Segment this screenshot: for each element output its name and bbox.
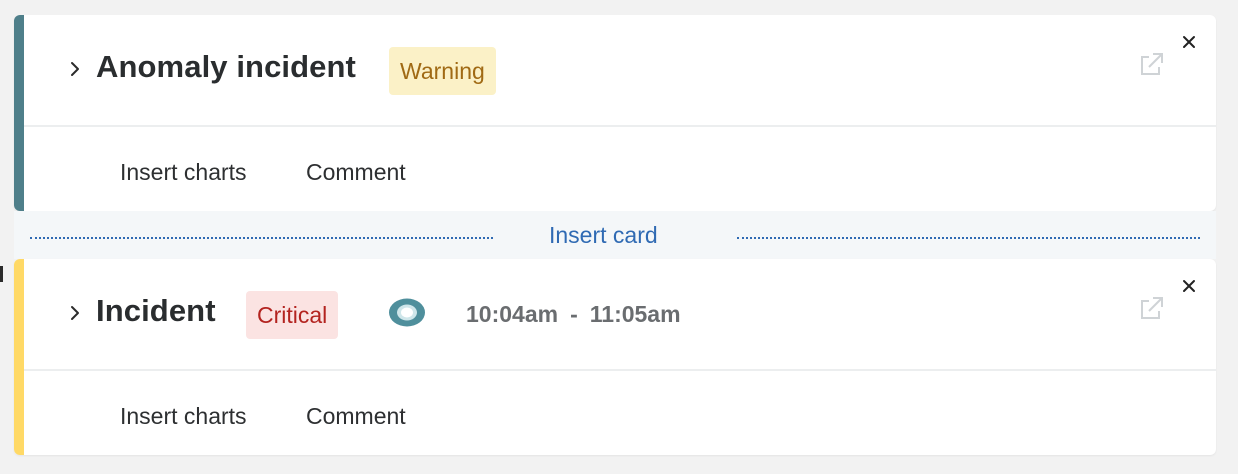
card-header: Anomaly incident Warning	[24, 15, 1216, 127]
insert-card-divider: Insert card	[14, 211, 1216, 259]
card-title: Anomaly incident	[96, 49, 356, 84]
insert-card-button[interactable]: Insert card	[549, 222, 658, 249]
chevron-right-icon[interactable]	[64, 58, 86, 80]
incident-card: Incident Critical 10:04am -11:05am Insert…	[14, 259, 1216, 455]
insert-charts-button[interactable]: Insert charts	[120, 159, 247, 186]
severity-badge: Warning	[389, 47, 496, 95]
comment-button[interactable]: Comment	[306, 159, 406, 186]
time-end: 11:05am	[589, 301, 681, 327]
incident-card-anomaly: Anomaly incident Warning Insert charts C…	[14, 15, 1216, 211]
external-link-icon[interactable]	[1136, 294, 1166, 324]
chevron-right-icon[interactable]	[64, 302, 86, 324]
card-header: Incident Critical 10:04am -11:05am	[24, 259, 1216, 371]
edge-mark	[0, 266, 3, 282]
card-title: Incident	[96, 293, 216, 328]
insert-charts-button[interactable]: Insert charts	[120, 403, 247, 430]
insert-divider-line	[737, 237, 1200, 239]
card-accent-bar	[14, 259, 24, 455]
card-accent-bar	[14, 15, 24, 211]
severity-badge: Critical	[246, 291, 339, 339]
status-ring-icon	[387, 296, 427, 329]
insert-divider-line	[30, 237, 493, 239]
card-actions: Insert charts Comment	[24, 129, 1216, 211]
external-link-icon[interactable]	[1136, 50, 1166, 80]
comment-button[interactable]: Comment	[306, 403, 406, 430]
time-range: 10:04am -11:05am	[466, 301, 681, 328]
time-start: 10:04am	[466, 301, 559, 327]
close-icon[interactable]	[1180, 33, 1198, 51]
close-icon[interactable]	[1180, 277, 1198, 295]
card-actions: Insert charts Comment	[24, 373, 1216, 455]
time-separator: -	[570, 301, 578, 327]
